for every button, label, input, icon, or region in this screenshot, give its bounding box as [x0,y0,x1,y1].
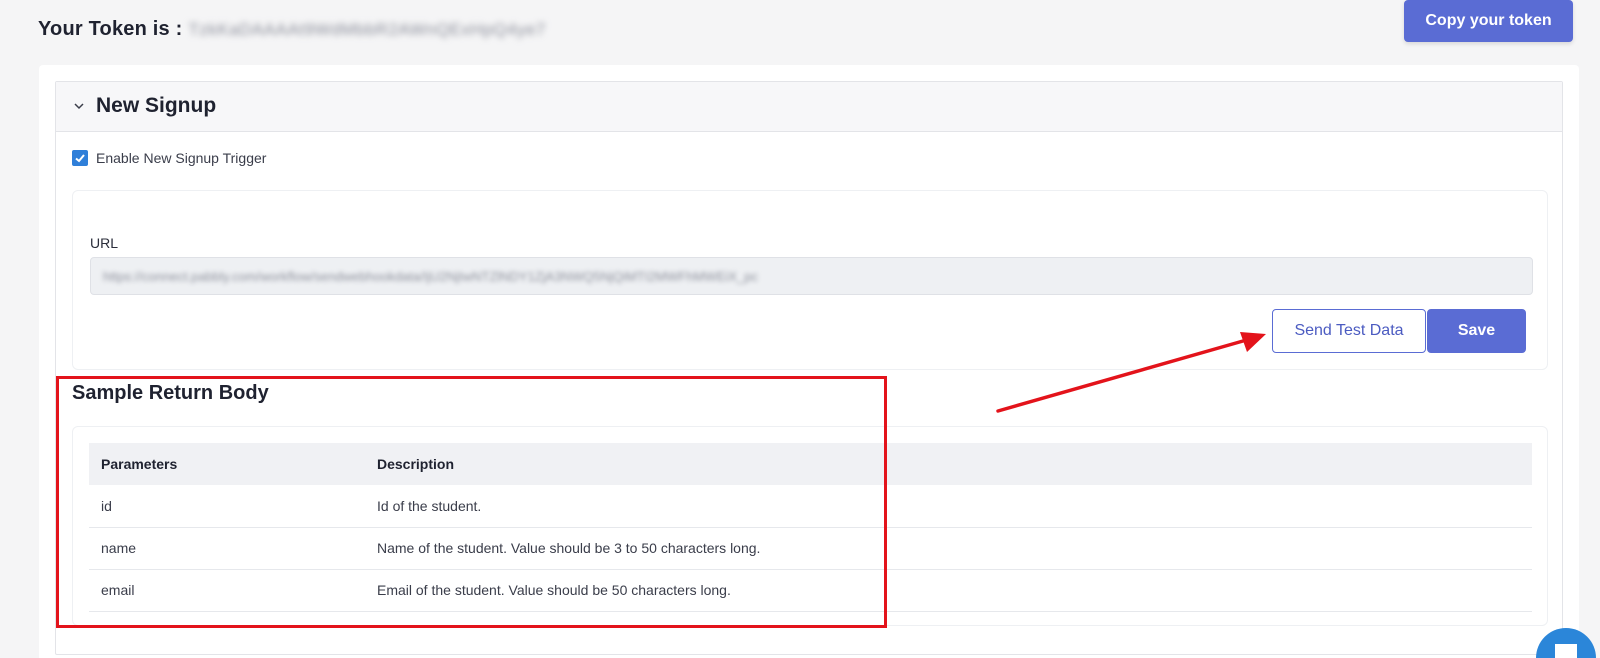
token-row: Your Token is : TzkKaDAAAAt9WdMbbR2AWnQE… [38,18,546,41]
new-signup-panel: New Signup Enable New Signup Trigger URL… [55,81,1563,655]
column-header-description: Description [365,443,1532,485]
table-row: name Name of the student. Value should b… [89,527,1532,570]
description-cell: Name of the student. Value should be 3 t… [365,527,1532,570]
sample-table-card: Parameters Description id Id of the stud… [72,426,1548,626]
token-value: TzkKaDAAAAt9WdMbbR2AWnQExHpQ4ye7 [188,19,546,39]
panel-header[interactable]: New Signup [56,82,1562,132]
url-label: URL [90,235,119,251]
table-row: email Email of the student. Value should… [89,569,1532,612]
url-card: URL https://connect.pabbly.com/workflow/… [72,190,1548,370]
panel-title: New Signup [96,94,217,117]
column-header-parameters: Parameters [89,443,365,485]
chat-icon [1555,644,1577,658]
table-header-row: Parameters Description [89,443,1532,485]
description-cell: Id of the student. [365,485,1532,528]
param-cell: name [89,527,365,570]
parameters-table: Parameters Description id Id of the stud… [89,443,1532,612]
chevron-down-icon[interactable] [72,99,86,113]
param-cell: email [89,569,365,612]
url-field[interactable]: https://connect.pabbly.com/workflow/send… [90,257,1533,295]
save-button[interactable]: Save [1427,309,1526,353]
description-cell: Email of the student. Value should be 50… [365,569,1532,612]
enable-trigger-checkbox[interactable] [72,150,88,166]
enable-trigger-label[interactable]: Enable New Signup Trigger [96,150,266,166]
param-cell: id [89,485,365,528]
sample-return-body-title: Sample Return Body [72,382,269,404]
url-value: https://connect.pabbly.com/workflow/send… [103,268,759,284]
checkmark-icon [75,154,85,163]
send-test-data-button[interactable]: Send Test Data [1272,309,1426,353]
token-label: Your Token is : [38,18,183,40]
enable-trigger-row[interactable]: Enable New Signup Trigger [72,150,266,166]
table-row: id Id of the student. [89,485,1532,528]
copy-token-button[interactable]: Copy your token [1404,0,1573,42]
